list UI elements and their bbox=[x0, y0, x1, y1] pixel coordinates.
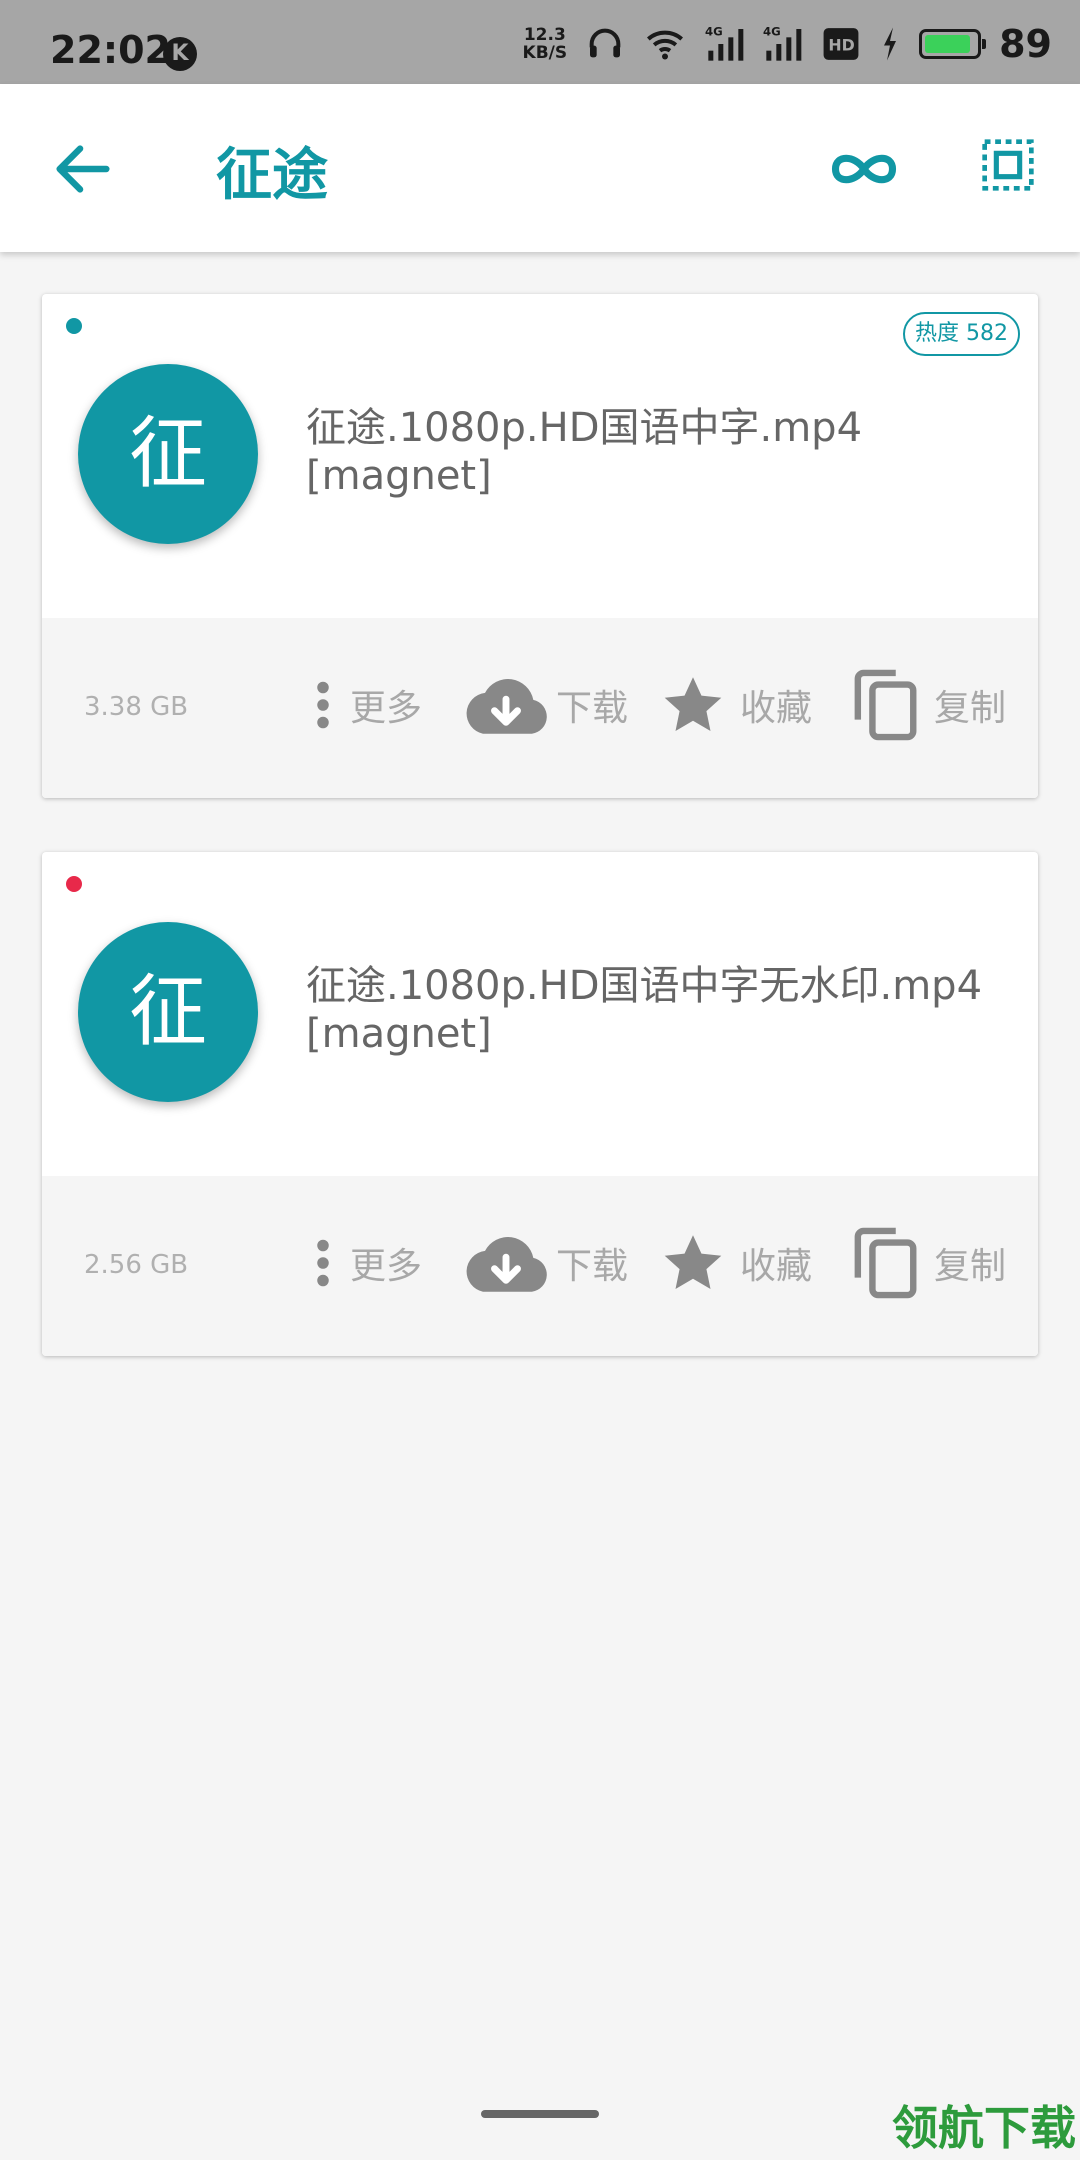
copy-button[interactable]: 复制 bbox=[852, 1218, 1006, 1308]
more-button[interactable]: 更多 bbox=[308, 1218, 422, 1308]
cloud-download-icon bbox=[466, 1237, 547, 1292]
status-dot bbox=[66, 318, 82, 334]
page-title: 征途 bbox=[216, 143, 328, 208]
battery-percentage: 89 bbox=[999, 22, 1052, 66]
cloud-download-icon bbox=[466, 679, 547, 734]
more-vert-icon bbox=[317, 1239, 329, 1287]
infinity-icon[interactable] bbox=[826, 139, 902, 199]
network-speed: 12.3 KB/S bbox=[522, 25, 568, 63]
status-dot bbox=[66, 876, 82, 892]
select-all-icon[interactable] bbox=[980, 137, 1036, 193]
notification-k-icon: K bbox=[163, 37, 197, 71]
file-name: 征途.1080p.HD国语中字.mp4 [magnet] bbox=[306, 405, 863, 499]
star-icon bbox=[664, 677, 722, 731]
file-size: 2.56 GB bbox=[84, 1250, 189, 1280]
download-button[interactable]: 下载 bbox=[460, 1218, 628, 1308]
watermark-logo: 领航下载 bbox=[892, 2101, 1076, 2155]
file-size: 3.38 GB bbox=[84, 692, 189, 722]
svg-text:HD: HD bbox=[828, 35, 854, 54]
file-name: 征途.1080p.HD国语中字无水印.mp4 [magnet] bbox=[306, 963, 983, 1057]
more-button[interactable]: 更多 bbox=[308, 660, 422, 750]
card-footer: 3.38 GB 更多 下载 收藏 复制 bbox=[42, 618, 1038, 798]
popularity-badge: 热度 582 bbox=[903, 312, 1020, 356]
headphones-icon bbox=[589, 28, 621, 58]
copy-icon bbox=[854, 669, 917, 741]
download-button[interactable]: 下载 bbox=[460, 660, 628, 750]
charging-icon bbox=[884, 27, 897, 61]
home-indicator[interactable] bbox=[481, 2110, 599, 2118]
status-bar: 22:02 K 12.3 KB/S 4G 4G HD 89 bbox=[0, 0, 1080, 84]
result-card[interactable]: 征 征途.1080p.HD国语中字无水印.mp4 [magnet] 2.56 G… bbox=[42, 852, 1038, 1356]
battery-icon bbox=[919, 29, 987, 59]
result-card[interactable]: 热度 582 征 征途.1080p.HD国语中字.mp4 [magnet] 3.… bbox=[42, 294, 1038, 798]
svg-text:4G: 4G bbox=[763, 25, 781, 39]
copy-icon bbox=[854, 1227, 917, 1299]
wifi-icon bbox=[647, 30, 684, 60]
hd-call-icon: HD bbox=[823, 28, 859, 60]
avatar: 征 bbox=[78, 922, 258, 1102]
signal-4g-icon-2: 4G bbox=[763, 25, 802, 61]
more-vert-icon bbox=[317, 681, 329, 729]
favorite-button[interactable]: 收藏 bbox=[658, 660, 812, 750]
signal-4g-icon: 4G bbox=[705, 25, 744, 61]
card-footer: 2.56 GB 更多 下载 收藏 复制 bbox=[42, 1176, 1038, 1356]
app-bar: 征途 bbox=[0, 84, 1080, 252]
status-icons: 12.3 KB/S 4G 4G HD 89 bbox=[523, 22, 1052, 66]
status-time: 22:02 bbox=[50, 28, 171, 72]
favorite-button[interactable]: 收藏 bbox=[658, 1218, 812, 1308]
svg-text:4G: 4G bbox=[705, 25, 723, 39]
back-arrow-icon[interactable] bbox=[48, 134, 118, 204]
avatar: 征 bbox=[78, 364, 258, 544]
copy-button[interactable]: 复制 bbox=[852, 660, 1006, 750]
star-icon bbox=[664, 1235, 722, 1289]
